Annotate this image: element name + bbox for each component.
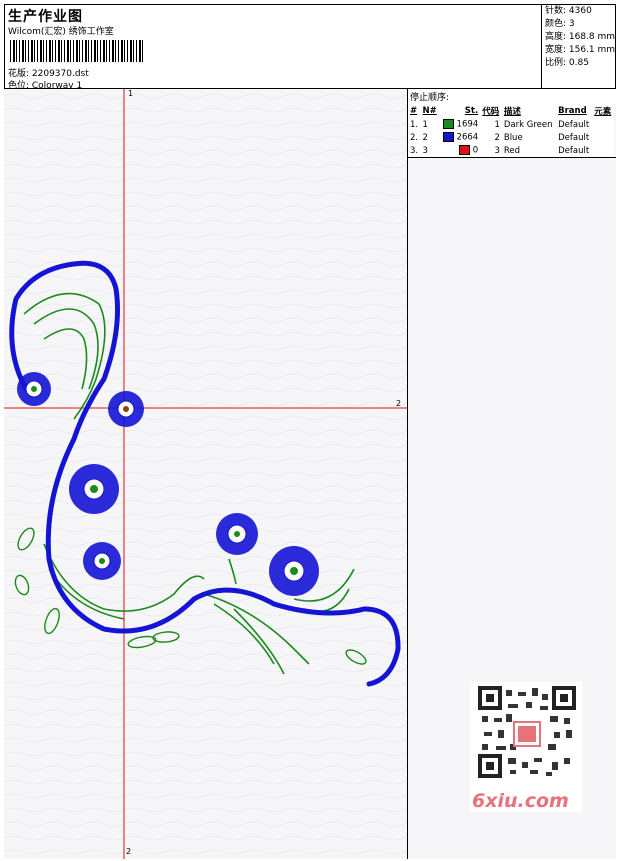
axis-label-right: 2 bbox=[396, 399, 402, 408]
row-number: 3 bbox=[422, 145, 428, 156]
header: 生产作业图 Wilcom(汇宏) 绣饰工作室 花版: 2209370.dst 色… bbox=[4, 4, 616, 91]
color-swatch bbox=[458, 145, 470, 156]
row-element bbox=[592, 131, 614, 144]
row-code: 2 bbox=[494, 132, 500, 143]
axis-label-bottom: 2 bbox=[126, 847, 132, 856]
row-number: 1 bbox=[422, 119, 428, 130]
row-element bbox=[592, 144, 614, 157]
row-brand: Default bbox=[558, 119, 590, 130]
stats-box: 针数: 4360 颜色: 3 高度: 168.8 mm 宽度: 156.1 mm… bbox=[541, 4, 616, 88]
flower bbox=[69, 464, 119, 514]
table-header-row: # N# St. 代码 描述 Brand 元素 bbox=[408, 104, 614, 118]
row-number: 2 bbox=[422, 132, 428, 143]
flower bbox=[83, 542, 121, 580]
color-swatch bbox=[442, 119, 454, 130]
row-code: 1 bbox=[494, 119, 500, 130]
row-index: 2. bbox=[410, 132, 419, 143]
stitch-value: 0 bbox=[472, 145, 479, 156]
page-title: 生产作业图 bbox=[8, 9, 83, 25]
row-brand: Default bbox=[558, 145, 590, 156]
col-header: Brand bbox=[558, 106, 587, 116]
table-row: 2. 2 2664 2 Blue Default bbox=[408, 131, 614, 144]
watermark-site: 6xiu.com bbox=[472, 790, 569, 812]
design-canvas: 1 2 2 bbox=[4, 89, 408, 859]
row-code: 3 bbox=[494, 145, 500, 156]
row-element bbox=[592, 118, 614, 131]
row-description: Dark Green bbox=[503, 119, 553, 130]
company-name: Wilcom(汇宏) 绣饰工作室 bbox=[8, 27, 114, 37]
stitch-value: 2664 bbox=[456, 132, 479, 143]
col-header: 代码 bbox=[482, 107, 500, 117]
barcode bbox=[10, 40, 144, 62]
row-description: Blue bbox=[503, 132, 523, 143]
stop-sequence-table: # N# St. 代码 描述 Brand 元素 1. 1 1694 1 Dark… bbox=[408, 104, 614, 157]
stitch-value: 1694 bbox=[456, 119, 479, 130]
flower bbox=[269, 546, 319, 596]
row-description: Red bbox=[503, 145, 521, 156]
design-height: 高度: 168.8 mm bbox=[545, 32, 616, 42]
col-header: St. bbox=[464, 106, 479, 116]
col-header: N# bbox=[422, 106, 437, 116]
flower bbox=[216, 513, 258, 555]
flower bbox=[108, 391, 144, 427]
stop-sequence-table-wrap: 停止顺序: # N# St. 代码 描述 Brand 元素 1. 1 1694 bbox=[408, 89, 616, 158]
design-width: 宽度: 156.1 mm bbox=[545, 45, 616, 55]
design-scale: 比例: 0.85 bbox=[545, 58, 589, 68]
table-row: 3. 3 0 3 Red Default bbox=[408, 144, 614, 157]
row-stitches: 1694 bbox=[439, 118, 480, 131]
row-stitches: 2664 bbox=[439, 131, 480, 144]
col-header: # bbox=[410, 106, 418, 116]
flower bbox=[17, 372, 51, 406]
row-brand: Default bbox=[558, 132, 590, 143]
col-header: 描述 bbox=[503, 107, 521, 117]
qr-code-icon bbox=[478, 686, 576, 778]
row-index: 1. bbox=[410, 119, 419, 130]
axis-label-top: 1 bbox=[128, 89, 134, 98]
stop-sequence-title: 停止顺序: bbox=[408, 89, 616, 104]
embroidery-preview bbox=[4, 89, 407, 859]
stitch-count: 针数: 4360 bbox=[545, 6, 592, 16]
color-count: 颜色: 3 bbox=[545, 19, 575, 29]
col-header: 元素 bbox=[594, 107, 612, 117]
row-index: 3. bbox=[410, 145, 419, 156]
table-row: 1. 1 1694 1 Dark Green Default bbox=[408, 118, 614, 131]
color-swatch bbox=[442, 132, 454, 143]
row-stitches: 0 bbox=[439, 144, 480, 157]
